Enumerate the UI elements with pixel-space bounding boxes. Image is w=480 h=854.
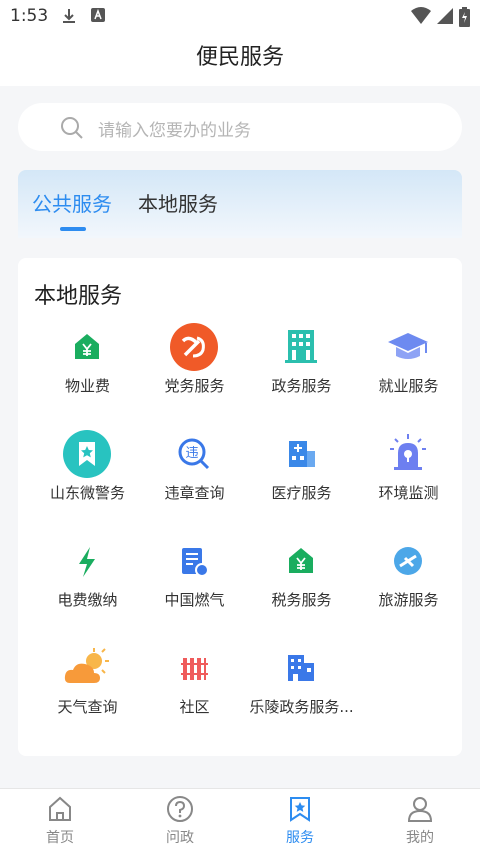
service-label: 旅游服务 [378, 591, 439, 609]
service-item-property-fee[interactable]: 物业费 [34, 318, 141, 418]
tab-services[interactable]: 服务 [240, 789, 360, 854]
service-item-electricity[interactable]: 电费缴纳 [34, 532, 141, 632]
service-label: 就业服务 [378, 377, 439, 395]
tab-label: 首页 [46, 830, 74, 846]
status-bar: 1:53 [0, 0, 480, 34]
house-yen-icon [62, 322, 112, 372]
lightning-icon [62, 536, 112, 586]
government-building-icon [276, 322, 326, 372]
service-item-employment[interactable]: 就业服务 [355, 318, 462, 418]
tab-home[interactable]: 首页 [0, 789, 120, 854]
home-icon [49, 796, 71, 821]
party-emblem-icon [169, 322, 219, 372]
bottom-tab-bar: 首页 问政 服务 我的 [0, 788, 480, 854]
section-title: 本地服务 [34, 284, 123, 309]
service-item-environment[interactable]: 环境监测 [355, 425, 462, 525]
search-input[interactable]: 请输入您要办的业务 [18, 103, 462, 151]
question-icon [167, 796, 193, 822]
tab-public-services[interactable]: 公共服务 [32, 188, 112, 217]
svg-text:违: 违 [185, 446, 198, 461]
page-title: 便民服务 [195, 45, 284, 70]
wifi-icon [410, 7, 432, 29]
service-item-tourism[interactable]: 旅游服务 [355, 532, 462, 632]
service-item-government[interactable]: 政务服务 [248, 318, 355, 418]
service-label: 乐陵政务服务... [249, 698, 354, 716]
service-item-community[interactable]: 社区 [141, 639, 248, 739]
tab-label: 我的 [406, 830, 434, 846]
tab-indicator [60, 227, 86, 231]
local-services-card: 本地服务 物业费 党务服务 政务服务 就业服务 山东微警务 违 违章查询 医疗服… [18, 258, 462, 756]
graduation-cap-icon [383, 322, 433, 372]
service-item-party-affairs[interactable]: 党务服务 [141, 318, 248, 418]
download-icon [60, 7, 78, 29]
tab-label: 问政 [166, 830, 194, 846]
community-icon [169, 643, 219, 693]
status-time: 1:53 [10, 6, 49, 26]
service-tabs: 公共服务 本地服务 [18, 170, 462, 238]
service-label: 环境监测 [378, 484, 439, 502]
tab-local-services[interactable]: 本地服务 [138, 188, 218, 217]
globe-plane-icon [383, 536, 433, 586]
service-item-leling-gov[interactable]: 乐陵政务服务... [248, 639, 355, 739]
user-icon [407, 797, 433, 822]
alarm-light-icon [383, 429, 433, 479]
font-a-icon [90, 7, 106, 27]
app-header: 便民服务 [0, 34, 480, 86]
search-icon [61, 117, 83, 139]
search-placeholder: 请输入您要办的业务 [98, 121, 251, 141]
service-item-violation[interactable]: 违 违章查询 [141, 425, 248, 525]
tab-inquiry[interactable]: 问政 [120, 789, 240, 854]
star-bookmark-icon [290, 797, 310, 822]
service-item-medical[interactable]: 医疗服务 [248, 425, 355, 525]
police-badge-icon [62, 429, 112, 479]
gas-document-icon [169, 536, 219, 586]
weather-sun-cloud-icon [62, 643, 112, 693]
tab-profile[interactable]: 我的 [360, 789, 480, 854]
battery-icon [459, 7, 470, 31]
violation-search-icon: 违 [169, 429, 219, 479]
service-item-police[interactable]: 山东微警务 [34, 425, 141, 525]
service-item-tax[interactable]: 税务服务 [248, 532, 355, 632]
hospital-icon [276, 429, 326, 479]
service-item-weather[interactable]: 天气查询 [34, 639, 141, 739]
city-buildings-icon [276, 643, 326, 693]
house-yen-icon [276, 536, 326, 586]
tab-label: 服务 [286, 830, 314, 846]
signal-icon [436, 7, 454, 29]
service-item-gas[interactable]: 中国燃气 [141, 532, 248, 632]
